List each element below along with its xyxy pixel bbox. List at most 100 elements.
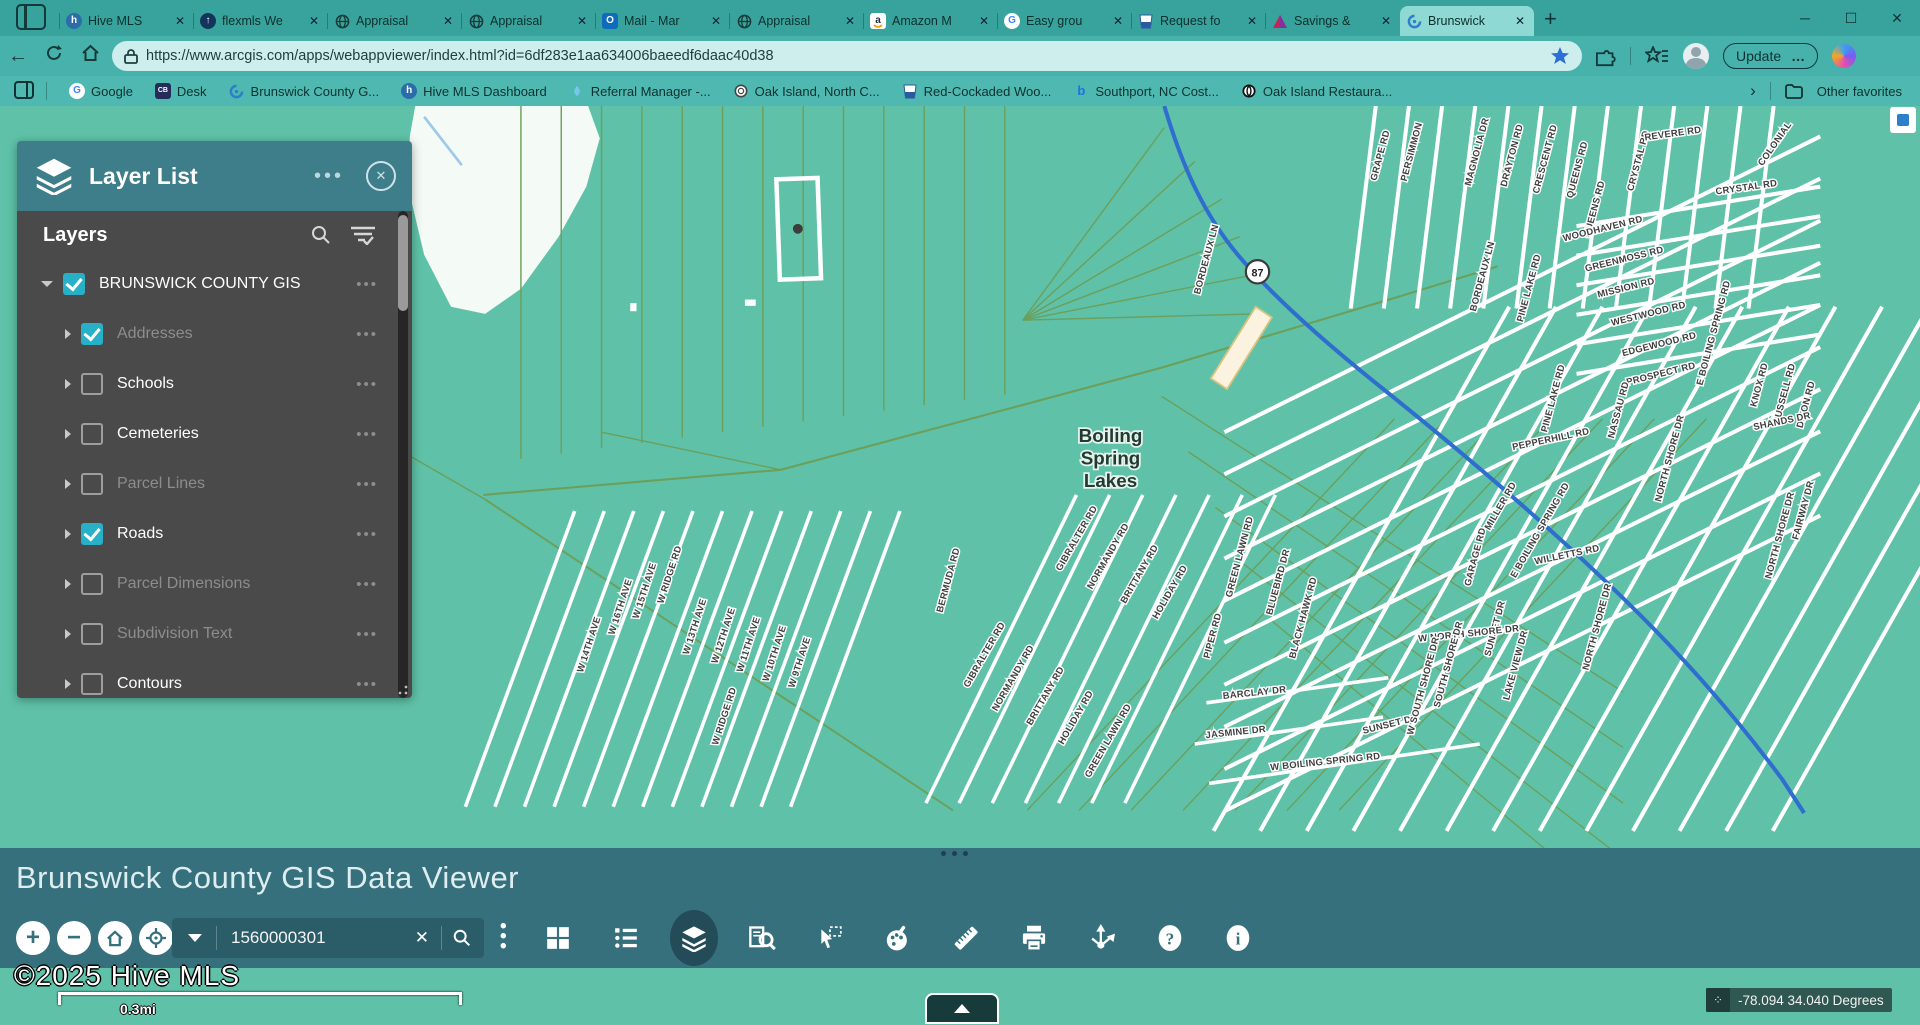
browser-tab-mail-mar[interactable]: OMail - Mar✕ <box>596 6 730 36</box>
zoom-out-button[interactable]: − <box>57 921 91 955</box>
expand-caret-icon[interactable] <box>65 579 71 589</box>
panel-resize-handle[interactable] <box>398 685 408 695</box>
layer-search-icon[interactable] <box>310 224 332 246</box>
update-button[interactable]: Update … <box>1723 43 1818 69</box>
about-button[interactable]: i <box>1204 910 1272 966</box>
panel-close-icon[interactable]: ✕ <box>366 161 396 191</box>
bookmark-star-icon[interactable] <box>1550 46 1570 66</box>
bookmark-oak-island-restaura[interactable]: Oak Island Restaura... <box>1241 83 1392 99</box>
tab-close-icon[interactable]: ✕ <box>1244 14 1260 28</box>
layer-menu-dots[interactable]: ••• <box>356 676 378 693</box>
layer-checkbox[interactable] <box>81 423 103 445</box>
copilot-icon[interactable] <box>1832 44 1856 68</box>
profile-avatar[interactable] <box>1683 43 1709 69</box>
layer-row-subdivision-text[interactable]: Subdivision Text••• <box>17 609 412 659</box>
expand-caret-icon[interactable] <box>65 679 71 689</box>
layer-checkbox[interactable] <box>81 523 103 545</box>
parcel-search-box[interactable]: 1560000301 ✕ <box>172 918 484 958</box>
layer-row-parcel-dimensions[interactable]: Parcel Dimensions••• <box>17 559 412 609</box>
bookmark-desk[interactable]: CBDesk <box>155 83 207 99</box>
browser-tab-appraisal[interactable]: Appraisal✕ <box>462 6 596 36</box>
bookmark-referral-manager[interactable]: Referral Manager -... <box>569 83 711 99</box>
panel-menu-dots[interactable]: ••• <box>314 165 344 188</box>
bookmark-hive-mls-dashboard[interactable]: hHive MLS Dashboard <box>401 83 547 99</box>
bookmark-red-cockaded-woo[interactable]: Red-Cockaded Woo... <box>902 83 1052 99</box>
refresh-icon[interactable] <box>36 44 72 68</box>
tab-close-icon[interactable]: ✕ <box>440 14 456 28</box>
panel-scrollbar-thumb[interactable] <box>398 215 408 311</box>
layer-checkbox[interactable] <box>81 673 103 695</box>
tab-close-icon[interactable]: ✕ <box>1512 14 1528 28</box>
attribute-search-button[interactable] <box>728 910 796 966</box>
layer-row-roads[interactable]: Roads••• <box>17 509 412 559</box>
expand-caret-icon[interactable] <box>65 379 71 389</box>
update-menu-dots[interactable]: … <box>1791 48 1805 64</box>
bookmark-southport-nc-cost[interactable]: bSouthport, NC Cost... <box>1073 83 1219 99</box>
browser-tab-hive-mls[interactable]: hHive MLS✕ <box>60 6 194 36</box>
workspace-icon[interactable] <box>16 4 46 30</box>
search-dropdown-caret[interactable] <box>188 934 202 942</box>
layer-menu-dots[interactable]: ••• <box>356 326 378 343</box>
bookmark-oak-island-north-c[interactable]: Oak Island, North C... <box>733 83 880 99</box>
browser-tab-flexmls-we[interactable]: ↑flexmls We✕ <box>194 6 328 36</box>
bookmarks-overflow-icon[interactable]: › <box>1750 81 1756 101</box>
draw-button[interactable] <box>864 910 932 966</box>
minimize-button[interactable]: ─ <box>1782 0 1828 36</box>
search-more-dots[interactable]: ••• <box>500 922 507 951</box>
browser-tab-appraisal[interactable]: Appraisal✕ <box>730 6 864 36</box>
layer-checkbox[interactable] <box>81 473 103 495</box>
browser-tab-appraisal[interactable]: Appraisal✕ <box>328 6 462 36</box>
tab-close-icon[interactable]: ✕ <box>574 14 590 28</box>
layer-checkbox[interactable] <box>81 623 103 645</box>
expand-caret-icon[interactable] <box>41 281 53 287</box>
extensions-icon[interactable] <box>1596 45 1618 67</box>
expand-caret-icon[interactable] <box>65 629 71 639</box>
layer-row-addresses[interactable]: Addresses••• <box>17 309 412 359</box>
tab-close-icon[interactable]: ✕ <box>1378 14 1394 28</box>
expand-caret-icon[interactable] <box>65 429 71 439</box>
layer-menu-dots[interactable]: ••• <box>356 626 378 643</box>
layer-menu-dots[interactable]: ••• <box>356 526 378 543</box>
layer-menu-dots[interactable]: ••• <box>356 426 378 443</box>
layer-row-cemeteries[interactable]: Cemeteries••• <box>17 409 412 459</box>
search-input[interactable]: 1560000301 <box>231 928 403 948</box>
bookmark-brunswick-county-g[interactable]: Brunswick County G... <box>229 83 380 99</box>
legend-button[interactable] <box>592 910 660 966</box>
share-button[interactable] <box>1068 910 1136 966</box>
browser-tab-request-fo[interactable]: Request fo✕ <box>1132 6 1266 36</box>
layer-menu-dots[interactable]: ••• <box>356 576 378 593</box>
tab-close-icon[interactable]: ✕ <box>172 14 188 28</box>
my-location-button[interactable] <box>139 921 173 955</box>
tab-close-icon[interactable]: ✕ <box>976 14 992 28</box>
overview-map-button[interactable] <box>1890 107 1916 133</box>
tab-close-icon[interactable]: ✕ <box>1110 14 1126 28</box>
expand-caret-icon[interactable] <box>65 329 71 339</box>
browser-tab-easy-grou[interactable]: GEasy grou✕ <box>998 6 1132 36</box>
layer-row-schools[interactable]: Schools••• <box>17 359 412 409</box>
help-button[interactable]: ? <box>1136 910 1204 966</box>
zoom-in-button[interactable]: + <box>16 921 50 955</box>
layer-row-brunswick-county-gis[interactable]: BRUNSWICK COUNTY GIS••• <box>17 259 412 309</box>
measure-button[interactable] <box>932 910 1000 966</box>
layer-checkbox[interactable] <box>81 573 103 595</box>
select-button[interactable] <box>796 910 864 966</box>
coordinate-crosshair-icon[interactable]: ⁘ <box>1706 988 1730 1012</box>
favorites-icon[interactable] <box>1645 46 1669 66</box>
sidebar-toggle-icon[interactable] <box>14 81 34 102</box>
tab-close-icon[interactable]: ✕ <box>708 14 724 28</box>
layer-row-parcel-lines[interactable]: Parcel Lines••• <box>17 459 412 509</box>
bar-drag-handle[interactable] <box>941 851 968 856</box>
layer-checkbox[interactable] <box>63 273 85 295</box>
layer-checkbox[interactable] <box>81 323 103 345</box>
home-icon[interactable] <box>72 44 108 68</box>
basemap-gallery-button[interactable] <box>524 910 592 966</box>
layer-filter-icon[interactable] <box>350 225 376 245</box>
url-field[interactable]: https://www.arcgis.com/apps/webappviewer… <box>112 41 1582 71</box>
print-button[interactable] <box>1000 910 1068 966</box>
layer-menu-dots[interactable]: ••• <box>356 276 378 293</box>
tab-close-icon[interactable]: ✕ <box>306 14 322 28</box>
maximize-button[interactable]: ☐ <box>1828 0 1874 36</box>
bookmark-google[interactable]: GGoogle <box>69 83 133 99</box>
layer-checkbox[interactable] <box>81 373 103 395</box>
layer-row-contours[interactable]: Contours••• <box>17 659 412 698</box>
